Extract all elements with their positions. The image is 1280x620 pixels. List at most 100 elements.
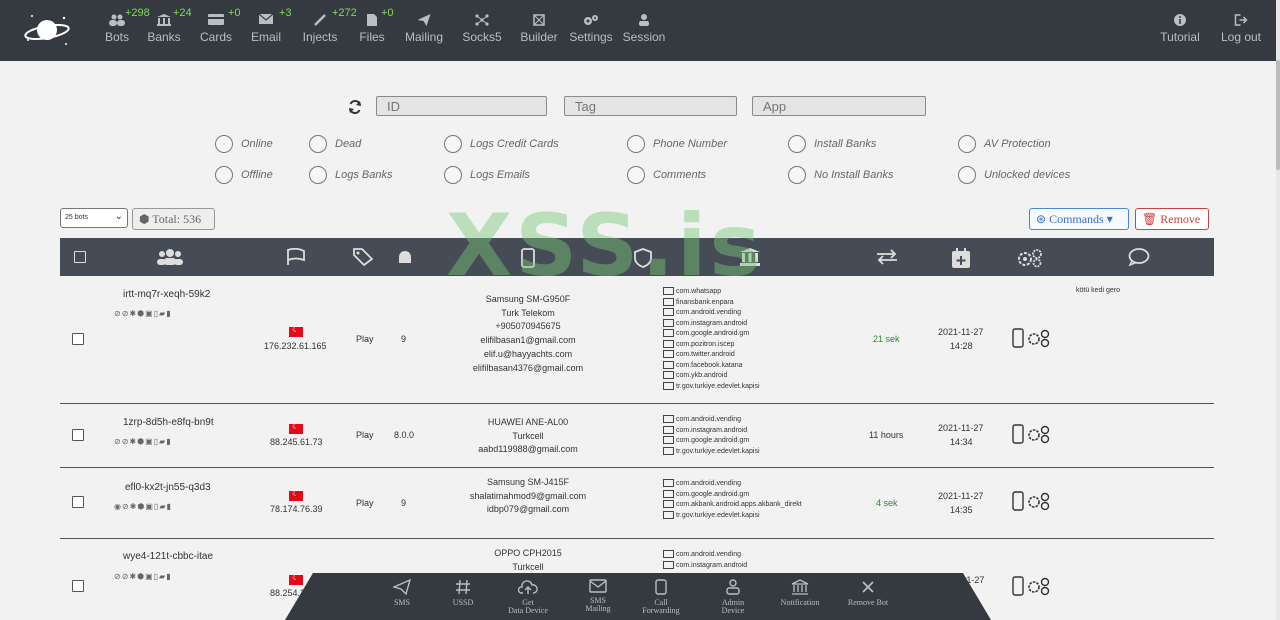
remove-button[interactable]: 🗑 Remove: [1135, 208, 1209, 230]
store: Play: [356, 498, 374, 508]
app-item[interactable]: tr.gov.turkiye.edevlet.kapisi: [663, 510, 802, 522]
nav-logout[interactable]: Log out: [1216, 0, 1266, 61]
row-checkbox[interactable]: [72, 333, 84, 345]
page-scrollbar[interactable]: [1276, 0, 1280, 620]
row-checkbox[interactable]: [72, 429, 84, 441]
app-icon: [663, 371, 674, 380]
app-icon: [663, 329, 674, 338]
per-page-select[interactable]: 25 bots ⌄: [60, 208, 128, 228]
app-icon: [663, 479, 674, 488]
sms-button[interactable]: SMS: [372, 579, 432, 607]
nav-mailing[interactable]: Mailing: [402, 0, 446, 61]
nav-session[interactable]: Session: [622, 0, 666, 61]
app-item[interactable]: com.google.android.gm: [663, 329, 760, 340]
app-item[interactable]: tr.gov.turkiye.edevlet.kapisi: [663, 381, 760, 393]
app-item[interactable]: com.android.vending: [663, 479, 802, 490]
date: 2021-11-27: [938, 327, 984, 337]
app-icon: [663, 360, 674, 369]
app-item[interactable]: com.android.vending: [663, 415, 760, 426]
app-item[interactable]: com.google.android.gm: [663, 436, 760, 447]
app-item[interactable]: com.android.vending: [663, 308, 760, 319]
row-actions-icon[interactable]: [1012, 424, 1052, 444]
date: 2021-11-27: [938, 423, 984, 433]
remove-bot-button[interactable]: Remove Bot: [838, 579, 898, 607]
app-icon: [663, 381, 674, 390]
device-operator: Turkcell: [512, 561, 544, 572]
tag-filter-input[interactable]: [564, 96, 737, 116]
device-model: OPPO CPH2015: [494, 548, 562, 558]
select-all-checkbox[interactable]: [74, 251, 86, 263]
app-list: com.android.vending com.instagram.androi…: [663, 415, 760, 457]
app-item[interactable]: com.instagram.android: [663, 318, 760, 330]
app-item[interactable]: finansbank.enpara: [663, 297, 760, 309]
time: 14:34: [950, 437, 973, 447]
nav-bots[interactable]: +298 Bots: [100, 0, 150, 61]
device-model: HUAWEI ANE-AL00: [487, 417, 569, 427]
calendar-plus-icon: [952, 248, 970, 268]
mobile-icon: [655, 579, 667, 595]
android-version: 9: [401, 334, 407, 344]
app-item[interactable]: com.pozitron.iscep: [663, 339, 760, 351]
caret-down-icon: ▾: [1106, 212, 1113, 226]
chevron-down-icon: ⌄: [114, 211, 123, 222]
refresh-icon[interactable]: [348, 100, 362, 114]
nav-email[interactable]: +3 Email: [248, 0, 292, 61]
get-data-device-button[interactable]: Get Data Device: [498, 579, 558, 615]
exchange-icon: [877, 249, 897, 265]
app-item[interactable]: com.android.vending: [663, 550, 747, 561]
ussd-button[interactable]: USSD: [433, 579, 493, 607]
app-item[interactable]: com.facebook.katana: [663, 360, 760, 372]
notification-button[interactable]: Notification: [770, 579, 830, 607]
app-name: com.ykb.android: [676, 372, 728, 379]
commands-dropdown-button[interactable]: ⊛ Commands ▾: [1029, 208, 1129, 230]
hash-icon: [456, 579, 470, 595]
id-filter-input[interactable]: [376, 96, 547, 116]
row-checkbox[interactable]: [72, 496, 84, 508]
row-checkbox[interactable]: [72, 580, 84, 592]
row-actions-icon[interactable]: [1012, 491, 1052, 511]
app-name: com.twitter.android: [676, 351, 735, 358]
app-item[interactable]: com.akbank.android.apps.akbank_direkt: [663, 500, 802, 511]
admin-device-button[interactable]: Admin Device: [703, 579, 763, 615]
nav-cards[interactable]: +0 Cards: [198, 0, 241, 61]
logout-icon: [1234, 14, 1248, 26]
row-actions-icon[interactable]: [1012, 328, 1052, 348]
ip-address: 88.245.61.73: [270, 437, 323, 447]
app-item[interactable]: com.instagram.android: [663, 560, 747, 572]
envelope-icon: [589, 579, 607, 593]
nav-socks5[interactable]: Socks5: [460, 0, 504, 61]
app-item[interactable]: com.whatsapp: [663, 287, 760, 298]
nav-badge: +0: [228, 7, 241, 19]
planet-logo-icon[interactable]: [22, 10, 72, 50]
bot-status-icons: ⊘⊘✱⬢▣▯▰▮: [114, 309, 172, 318]
nav-banks[interactable]: +24 Banks: [146, 0, 191, 61]
app-filter-input[interactable]: [752, 96, 926, 116]
nav-tutorial[interactable]: Tutorial: [1156, 0, 1204, 61]
row-actions-icon[interactable]: [1012, 576, 1052, 596]
app-item[interactable]: com.ykb.android: [663, 371, 760, 382]
card-icon: [208, 14, 224, 25]
nav-files[interactable]: +0 Files: [356, 0, 393, 61]
comment: kötü kedi gero: [1076, 287, 1120, 294]
turkey-flag-icon: [289, 422, 303, 434]
app-item[interactable]: tr.gov.turkiye.edevlet.kapisi: [663, 446, 760, 458]
total-label: Total: 536: [152, 212, 202, 226]
nav-builder[interactable]: Builder: [518, 0, 560, 61]
gears-icon: [1018, 249, 1042, 268]
nav-injects[interactable]: +272 Injects: [300, 0, 357, 61]
app-item[interactable]: com.instagram.android: [663, 425, 760, 437]
call-forwarding-button[interactable]: Call Forwarding: [631, 579, 691, 615]
total-button[interactable]: ⬢ Total: 536: [132, 208, 215, 230]
device-phone: +905070945675: [495, 321, 561, 332]
paper-plane-icon: [393, 579, 411, 595]
nav-settings[interactable]: Settings: [568, 0, 614, 61]
app-icon: [663, 415, 674, 424]
app-item[interactable]: com.twitter.android: [663, 350, 760, 361]
nav-label: Injects: [302, 30, 338, 44]
device-email: elif.u@hayyachts.com: [483, 348, 573, 359]
sms-mailing-button[interactable]: SMS Mailing: [568, 579, 628, 613]
users-icon: [157, 249, 183, 265]
app-name: com.whatsapp: [676, 288, 722, 295]
button-label: USSD: [452, 598, 474, 607]
app-item[interactable]: com.google.android.gm: [663, 489, 802, 501]
